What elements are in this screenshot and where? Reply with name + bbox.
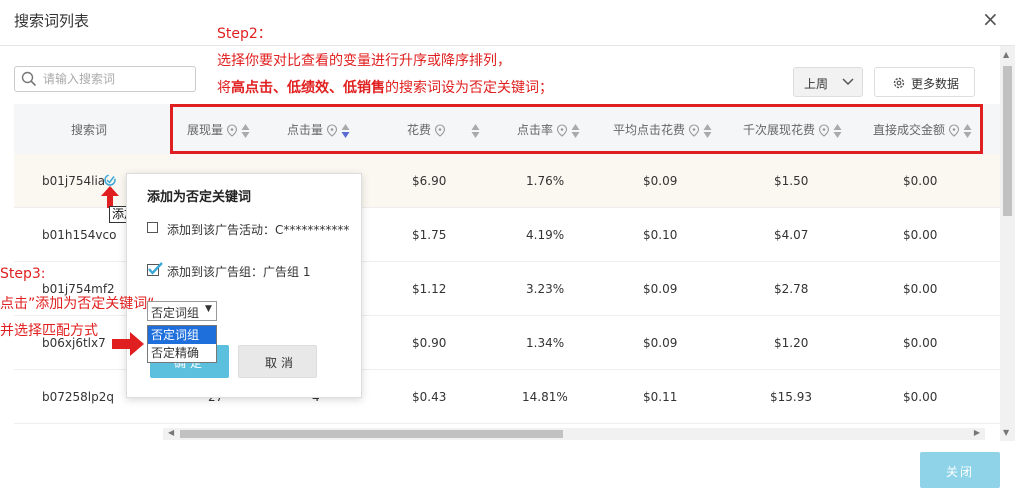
step2-line2-c: 的搜索词设为否定关键词； <box>385 80 553 96</box>
cancel-label: 取消 <box>265 356 298 370</box>
cell-cpm: $1.50 <box>774 174 809 188</box>
search-icon <box>21 71 37 87</box>
gear-icon <box>893 77 905 89</box>
cell-term: b01j754lia <box>42 174 106 188</box>
cell-cpm: $2.78 <box>774 282 809 296</box>
more-data-button[interactable]: 更多数据 <box>874 67 975 97</box>
arrow-right-icon <box>112 332 144 356</box>
cell-ctr: 4.19% <box>526 228 565 242</box>
add-negative-keyword-popup: 添加为否定关键词 添加到该广告活动：C*********** 添加到该广告组：广… <box>126 173 362 398</box>
horizontal-scroll-thumb[interactable] <box>180 430 563 438</box>
cell-cost: $1.12 <box>412 282 447 296</box>
scroll-right-icon[interactable]: ▶ <box>974 428 980 437</box>
campaign-checkbox[interactable] <box>147 222 158 233</box>
col-header-term: 搜索词 <box>71 121 107 138</box>
cell-cpc: $0.09 <box>643 282 678 296</box>
highlight-frame <box>170 104 983 154</box>
step2-title: Step2： <box>217 26 272 42</box>
adgroup-checkbox-label: 添加到该广告组：广告组 1 <box>167 265 311 279</box>
step2-line2: 将高点击、低绩效、低销售的搜索词设为否定关键词； <box>217 77 553 97</box>
cell-cpc: $0.09 <box>643 174 678 188</box>
close-button[interactable]: 关闭 <box>920 452 1000 488</box>
step3-title: Step3: <box>0 266 46 282</box>
option-phrase[interactable]: 否定词组 <box>148 326 216 344</box>
period-dropdown[interactable]: 上周 <box>793 67 863 97</box>
cell-sales: $0.00 <box>903 336 938 350</box>
select-arrow-icon: ▼ <box>205 304 212 314</box>
cell-cost: $1.75 <box>412 228 447 242</box>
title-divider <box>0 45 1015 46</box>
cell-cpc: $0.11 <box>643 390 678 404</box>
chevron-down-icon <box>842 78 854 86</box>
cell-sales: $0.00 <box>903 390 938 404</box>
adgroup-checkbox[interactable] <box>147 262 163 276</box>
scroll-down-icon[interactable]: ▼ <box>1003 428 1009 437</box>
cell-sales: $0.00 <box>903 282 938 296</box>
cell-cost: $0.43 <box>412 390 447 404</box>
add-negative-keyword-icon[interactable] <box>103 173 117 187</box>
cell-cost: $6.90 <box>412 174 447 188</box>
col-label: 搜索词 <box>71 123 108 137</box>
cell-sales: $0.00 <box>903 174 938 188</box>
campaign-checkbox-label: 添加到该广告活动：C*********** <box>167 223 350 237</box>
option-exact[interactable]: 否定精确 <box>148 344 216 362</box>
cell-term: b01h154vco <box>42 228 117 242</box>
cell-cpm: $4.07 <box>774 228 809 242</box>
horizontal-scrollbar[interactable]: ◀ ▶ <box>163 428 985 440</box>
close-icon[interactable]: × <box>982 8 999 30</box>
step3-line2: 并选择匹配方式 <box>0 323 98 339</box>
step3-line1: 点击”添加为否定关键词“ <box>0 296 155 312</box>
cell-cpm: $15.93 <box>770 390 812 404</box>
step2-line2-a: 将 <box>217 80 231 96</box>
search-input[interactable] <box>43 70 191 88</box>
match-type-select[interactable]: 否定词组 ▼ <box>147 301 217 321</box>
cell-cost: $0.90 <box>412 336 447 350</box>
search-field[interactable] <box>14 66 196 92</box>
vertical-scroll-thumb[interactable] <box>1003 66 1012 216</box>
period-value: 上周 <box>804 77 829 91</box>
arrow-up-icon <box>101 186 119 208</box>
dialog-title: 搜索词列表 <box>14 12 90 30</box>
cell-sales: $0.00 <box>903 228 938 242</box>
scroll-up-icon[interactable]: ▲ <box>1003 50 1009 59</box>
cell-cpm: $1.20 <box>774 336 809 350</box>
vertical-scrollbar[interactable]: ▲ ▼ <box>1000 46 1015 441</box>
cell-term: b07258lp2q <box>42 390 114 404</box>
scroll-left-icon[interactable]: ◀ <box>168 428 174 437</box>
popup-title: 添加为否定关键词 <box>147 190 252 205</box>
cell-cpc: $0.10 <box>643 228 678 242</box>
more-data-label: 更多数据 <box>911 77 960 91</box>
match-type-value: 否定词组 <box>151 306 200 320</box>
cell-ctr: 1.76% <box>526 174 565 188</box>
cell-cpc: $0.09 <box>643 336 678 350</box>
cell-ctr: 1.34% <box>526 336 565 350</box>
close-label: 关闭 <box>946 465 975 479</box>
match-type-options: 否定词组 否定精确 <box>147 325 217 363</box>
cancel-button[interactable]: 取消 <box>238 345 317 378</box>
step2-line1: 选择你要对比查看的变量进行升序或降序排列， <box>217 53 511 69</box>
cell-ctr: 14.81% <box>522 390 568 404</box>
cell-ctr: 3.23% <box>526 282 565 296</box>
step2-line2-emphasis: 高点击、低绩效、低销售 <box>231 80 385 96</box>
